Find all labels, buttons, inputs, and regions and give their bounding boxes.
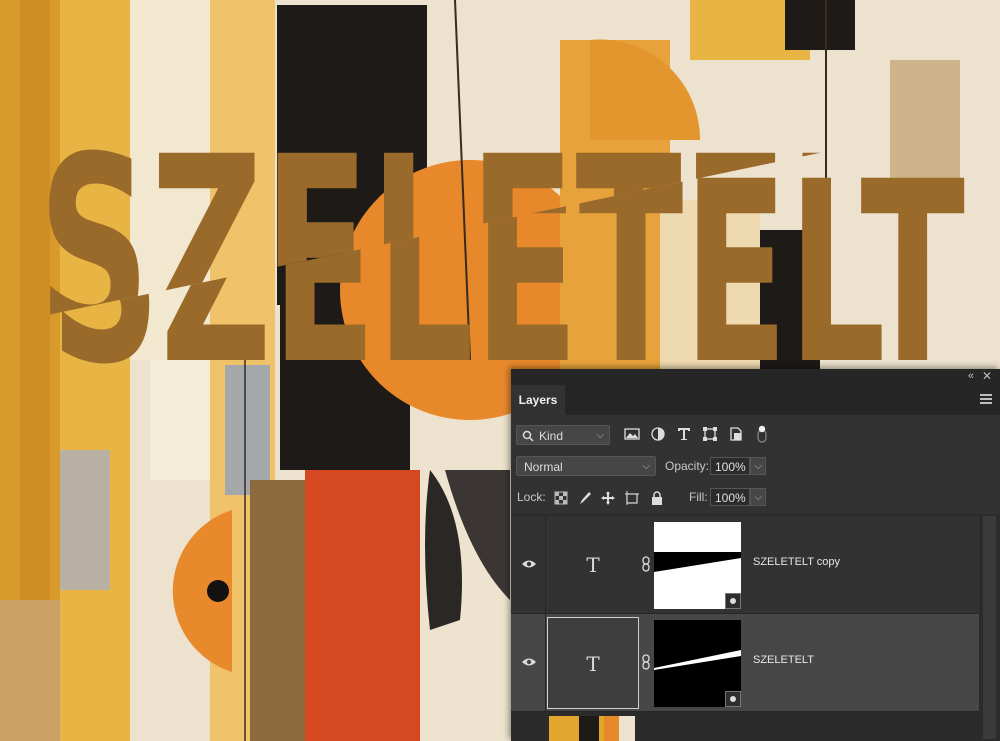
link-icon[interactable] xyxy=(641,556,651,572)
layer-name[interactable]: SZELETELT copy xyxy=(753,556,840,568)
layers-list: T SZELETELT copy T SZELETELT xyxy=(511,514,1000,741)
layer-name[interactable]: SZELETELT xyxy=(753,654,814,666)
layers-panel: « ✕ Layers Kind ⌵ Normal ⌵ Opacity: 100%… xyxy=(511,369,1000,741)
fill-label: Fill: xyxy=(689,490,708,504)
lock-image-pixels-icon[interactable] xyxy=(577,490,593,506)
link-icon[interactable] xyxy=(641,654,651,670)
smart-object-filter-icon[interactable] xyxy=(727,425,745,443)
tab-layers[interactable]: Layers xyxy=(511,385,565,415)
fill-input[interactable]: 100% xyxy=(710,488,750,506)
visibility-toggle[interactable] xyxy=(511,614,546,711)
type-layer-thumbnail[interactable]: T xyxy=(547,519,639,611)
layer-row-szeletelt-copy[interactable]: T SZELETELT copy xyxy=(511,516,979,614)
adjustment-filter-icon[interactable] xyxy=(649,425,667,443)
lock-artboard-icon[interactable] xyxy=(624,490,640,506)
search-icon xyxy=(522,430,534,442)
chevron-down-icon: ⌵ xyxy=(596,430,604,441)
collapse-icon[interactable]: « xyxy=(968,370,974,382)
opacity-input[interactable]: 100% xyxy=(710,457,750,475)
opacity-label: Opacity: xyxy=(665,459,710,473)
image-filter-icon[interactable] xyxy=(623,425,641,443)
kind-filter-dropdown[interactable]: Kind ⌵ xyxy=(516,425,610,445)
layers-scrollbar[interactable] xyxy=(983,516,996,739)
type-filter-icon[interactable] xyxy=(675,425,693,443)
eye-icon xyxy=(522,658,536,666)
filter-row: Kind ⌵ xyxy=(511,425,1000,447)
panel-tab-row: Layers xyxy=(511,385,1000,415)
visibility-toggle[interactable] xyxy=(511,516,546,613)
type-layer-thumbnail[interactable]: T xyxy=(547,617,639,709)
layer-row-szeletelt[interactable]: T SZELETELT xyxy=(511,614,979,712)
chevron-down-icon: ⌵ xyxy=(754,461,762,472)
mask-badge-icon xyxy=(725,691,741,707)
blend-mode-dropdown[interactable]: Normal ⌵ xyxy=(516,456,656,476)
panel-title-bar[interactable]: « ✕ xyxy=(511,369,1000,385)
eye-icon xyxy=(522,560,536,568)
shape-filter-icon[interactable] xyxy=(701,425,719,443)
background-layer-thumbnail[interactable] xyxy=(549,716,635,741)
blend-row: Normal ⌵ Opacity: 100% ⌵ xyxy=(511,456,1000,478)
kind-label: Kind xyxy=(539,429,564,443)
chevron-down-icon: ⌵ xyxy=(642,461,650,472)
lock-all-icon[interactable] xyxy=(649,490,665,506)
filter-toggle-icon[interactable] xyxy=(753,425,771,443)
chevron-down-icon: ⌵ xyxy=(754,492,762,503)
close-icon[interactable]: ✕ xyxy=(982,369,992,383)
opacity-slider-toggle[interactable]: ⌵ xyxy=(750,457,766,475)
lock-label: Lock: xyxy=(517,490,546,504)
lock-position-icon[interactable] xyxy=(600,490,616,506)
mask-badge-icon xyxy=(725,593,741,609)
fill-slider-toggle[interactable]: ⌵ xyxy=(750,488,766,506)
lock-transparent-pixels-icon[interactable] xyxy=(553,490,569,506)
lock-row: Lock: Fill: 100% ⌵ xyxy=(511,487,1000,509)
blend-mode-value: Normal xyxy=(524,460,563,474)
panel-menu-icon[interactable] xyxy=(980,394,992,404)
